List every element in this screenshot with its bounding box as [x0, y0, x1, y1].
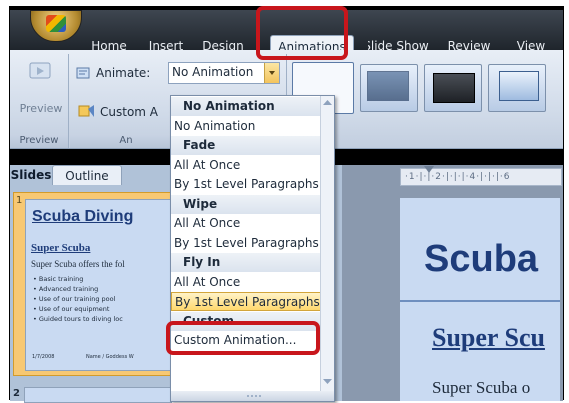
slide-body[interactable]: Super Scuba o — [432, 378, 530, 398]
dropdown-group-header: Fade — [171, 136, 321, 155]
preview-icon — [29, 62, 51, 79]
thumb-body: Super Scuba offers the fol — [31, 259, 125, 269]
preview-label: Preview — [19, 102, 63, 115]
ruler-ticks: ·1·|·|·2·|·|·|·4·|·|·|·6 — [405, 172, 511, 182]
dropdown-resize-grip[interactable] — [171, 391, 334, 401]
thumb-bullet: • Use of our equipment — [33, 305, 110, 313]
dropdown-scrollbar[interactable] — [320, 96, 334, 401]
scroll-up-icon[interactable] — [322, 98, 333, 108]
animations-group-label: An — [70, 134, 182, 148]
dropdown-item[interactable]: By 1st Level Paragraphs — [171, 234, 321, 253]
custom-animation-icon — [78, 105, 94, 117]
thumb-bullet: • Use of our training pool — [33, 295, 116, 303]
tab-slides[interactable]: Slides — [10, 165, 52, 185]
slide-thumbnail-selected[interactable]: 1 Scuba Diving Super Scuba Super Scuba o… — [13, 192, 173, 376]
preview-group-label: Preview — [10, 134, 68, 148]
custom-animation-button[interactable]: Custom A — [100, 105, 158, 119]
chevron-down-icon — [269, 71, 275, 75]
callout-fly-in-paragraphs — [166, 321, 320, 355]
animate-dropdown-list[interactable]: No Animation No Animation Fade All At Once B… — [170, 95, 335, 402]
transition-thumb-fade[interactable] — [360, 64, 418, 112]
animate-label: Animate: — [96, 66, 151, 80]
office-logo-icon — [46, 15, 66, 32]
dropdown-item[interactable]: All At Once — [171, 156, 321, 175]
dropdown-group-header: Wipe — [171, 194, 321, 214]
dropdown-group-header: Fly In — [171, 253, 321, 272]
tab-outline[interactable]: Outline — [52, 165, 122, 186]
resize-grip-icon — [247, 395, 261, 397]
group-divider — [68, 54, 69, 148]
dropdown-items: No Animation No Animation Fade All At Once B… — [171, 96, 321, 401]
slide-title-rule — [400, 300, 560, 302]
dropdown-group-header: No Animation — [171, 97, 321, 116]
transition-thumb-dark[interactable] — [424, 64, 482, 112]
callout-animations-tab — [256, 6, 348, 60]
scroll-down-icon[interactable] — [322, 376, 333, 386]
thumb-bullets: • Basic training • Advanced training • U… — [33, 274, 123, 324]
animate-combo[interactable]: No Animation — [168, 62, 280, 84]
slide-thumbnail-2[interactable] — [24, 387, 172, 403]
thumb-footer-date: 1/7/2008 — [32, 354, 55, 360]
transition-thumb-push[interactable] — [488, 64, 546, 112]
thumb-bullet: • Advanced training — [33, 285, 99, 293]
dropdown-item[interactable]: All At Once — [171, 214, 321, 233]
slide-number: 1 — [16, 195, 23, 206]
slide-subtitle[interactable]: Super Scu — [432, 323, 545, 353]
thumb-subtitle: Super Scuba — [31, 242, 91, 254]
slide-title[interactable]: Scuba — [424, 238, 538, 281]
thumb-bullet: • Guided tours to diving loc — [33, 315, 123, 323]
transition-preview — [433, 73, 475, 103]
animate-combo-value: No Animation — [172, 65, 254, 79]
thumb-title: Scuba Diving — [32, 208, 134, 225]
animate-icon — [76, 67, 90, 79]
preview-button[interactable]: Preview — [16, 58, 66, 120]
thumb-footer-name: Name / Goddess W — [86, 354, 134, 360]
office-button[interactable] — [30, 10, 82, 42]
slide-canvas[interactable]: Scuba Super Scu Super Scuba o — [400, 198, 560, 401]
dropdown-item[interactable]: By 1st Level Paragraphs — [171, 175, 321, 194]
slide2-number: 2 — [13, 388, 20, 399]
transition-preview — [367, 71, 409, 101]
dropdown-item[interactable]: No Animation — [171, 117, 321, 136]
ruler-indent-marker-icon[interactable] — [424, 166, 434, 174]
dropdown-item[interactable]: By 1st Level Paragraphs — [171, 292, 321, 311]
slide-thumbnail: Scuba Diving Super Scuba Super Scuba off… — [25, 199, 173, 371]
animate-combo-dropdown-button[interactable] — [264, 63, 279, 83]
dropdown-item[interactable]: All At Once — [171, 273, 321, 292]
transition-preview — [499, 71, 539, 101]
thumb-bullet: • Basic training — [33, 275, 84, 283]
